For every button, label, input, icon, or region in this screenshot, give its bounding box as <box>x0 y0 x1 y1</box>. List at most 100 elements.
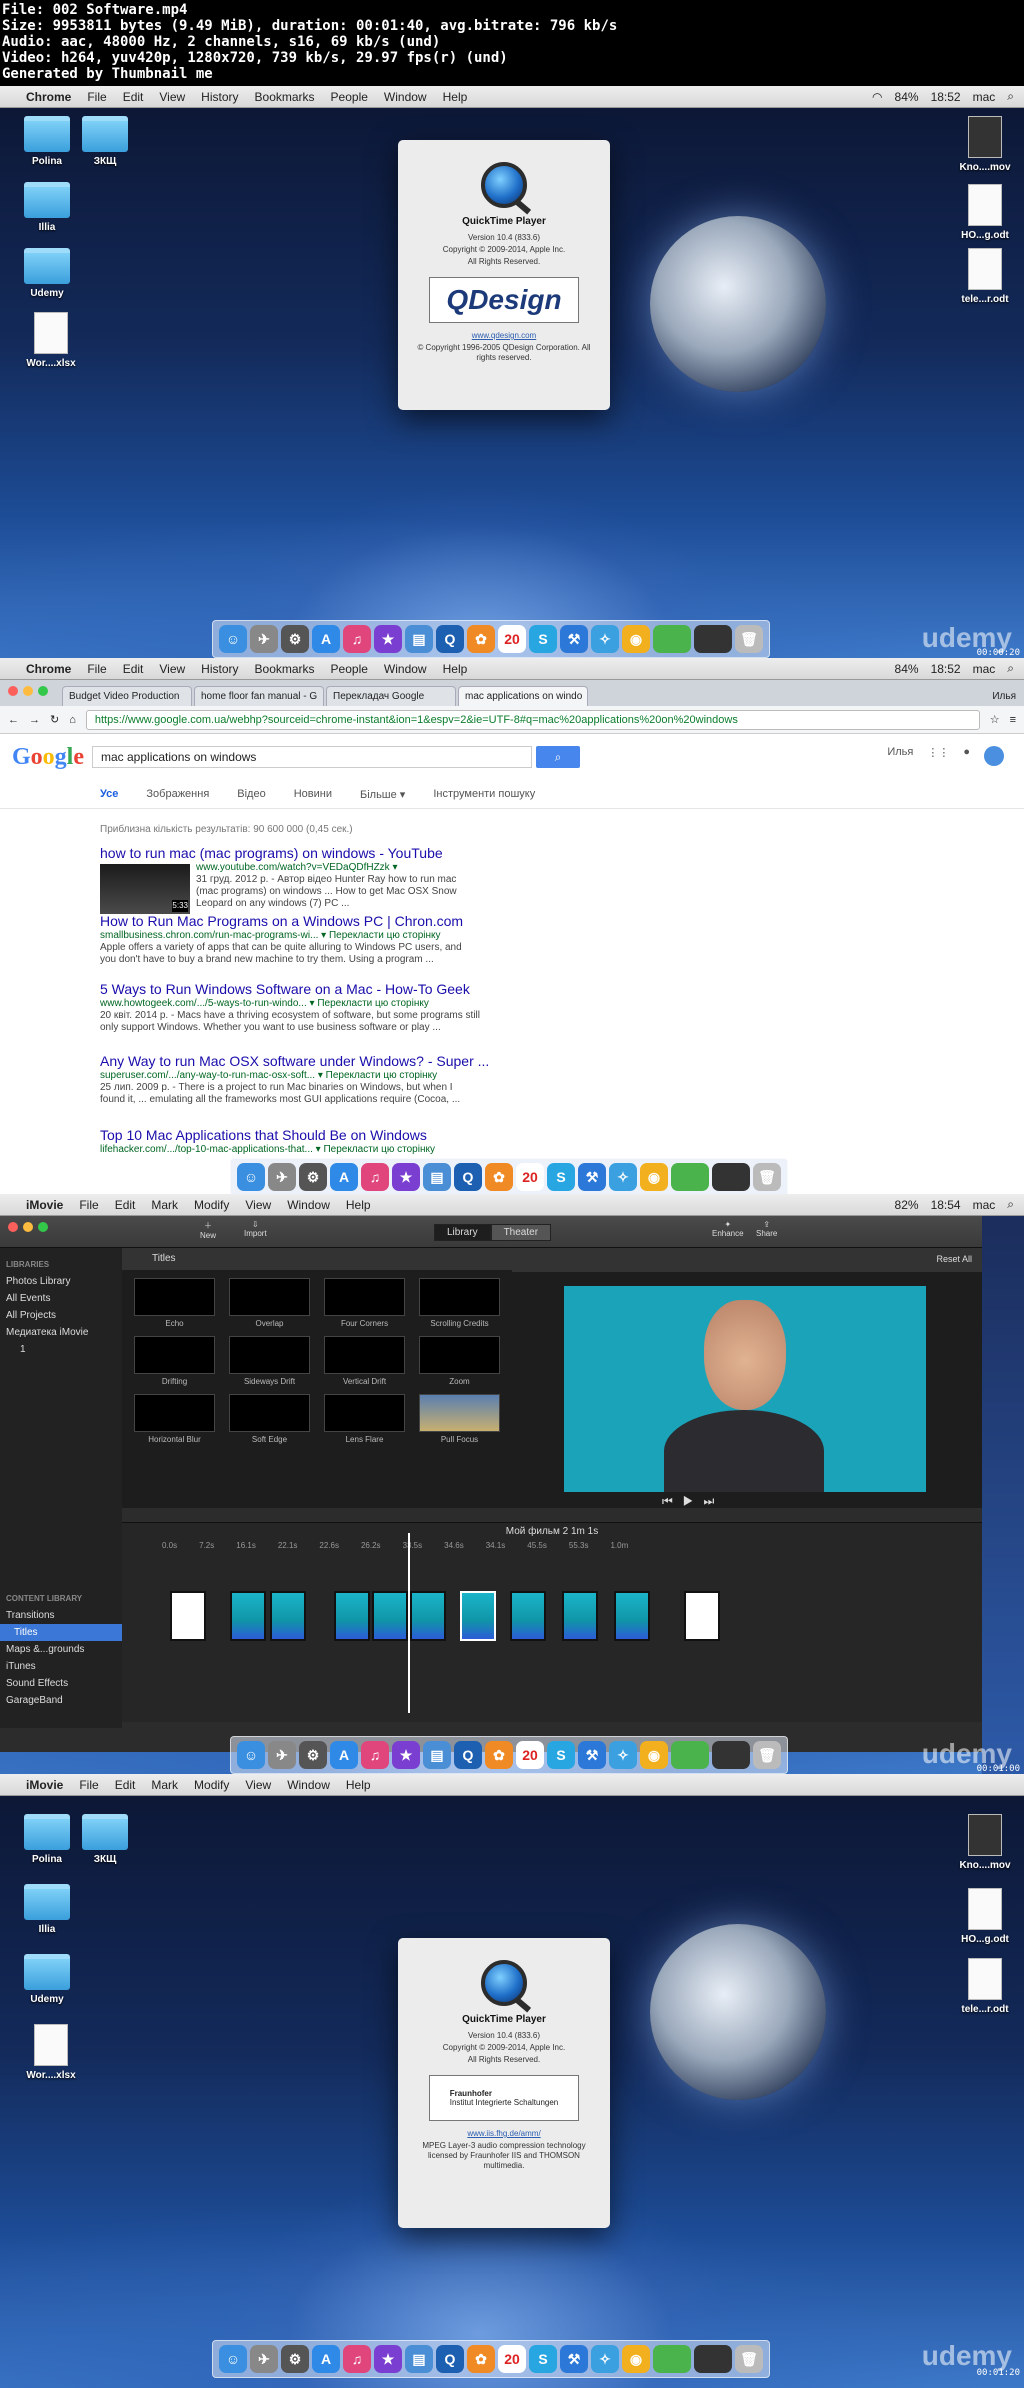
menu-item[interactable]: File <box>79 1198 98 1212</box>
menu-item[interactable]: People <box>331 90 368 104</box>
quicktime-icon[interactable]: Q <box>454 1741 482 1769</box>
video-clip[interactable] <box>230 1591 266 1641</box>
system-preferences-icon[interactable]: ⚙ <box>281 2345 309 2373</box>
xcode-icon[interactable]: ⚒ <box>560 2345 588 2373</box>
tab-all[interactable]: Усе <box>100 788 118 801</box>
xcode-icon[interactable]: ⚒ <box>578 1163 606 1191</box>
battery-label[interactable]: 84% <box>895 90 919 104</box>
menu-item[interactable]: Edit <box>123 90 144 104</box>
result-title[interactable]: 5 Ways to Run Windows Software on a Mac … <box>100 980 480 998</box>
tab-tools[interactable]: Інструменти пошуку <box>433 788 535 801</box>
chrome-icon[interactable]: ◉ <box>640 1163 668 1191</box>
menu-icon[interactable]: ≡ <box>1010 714 1016 726</box>
title-tile[interactable]: Pull Focus <box>419 1394 500 1444</box>
result-url[interactable]: lifehacker.com/.../top-10-mac-applicatio… <box>100 1144 480 1156</box>
desktop-folder[interactable]: Illia <box>12 182 82 233</box>
quicktime-icon[interactable]: Q <box>454 1163 482 1191</box>
result-url[interactable]: smallbusiness.chron.com/run-mac-programs… <box>100 930 480 942</box>
battery-icon[interactable] <box>671 1163 709 1191</box>
desktop-folder[interactable]: ЗКЩ <box>70 1814 140 1865</box>
enhance-button[interactable]: ✦ Enhance <box>712 1220 744 1238</box>
xcode-icon[interactable]: ⚒ <box>578 1741 606 1769</box>
new-button[interactable]: ＋ New <box>200 1220 216 1240</box>
trash-icon[interactable]: 🗑 <box>753 1163 781 1191</box>
calendar-icon[interactable]: 20 <box>498 2345 526 2373</box>
calendar-icon[interactable]: 20 <box>516 1741 544 1769</box>
desktop-folder[interactable]: Udemy <box>12 1954 82 2005</box>
preview-icon[interactable]: ▤ <box>405 625 433 653</box>
wifi-icon[interactable]: ◠ <box>872 90 882 104</box>
itunes-icon[interactable]: ♫ <box>343 2345 371 2373</box>
browser-tab-active[interactable]: mac applications on windo <box>458 686 588 706</box>
calendar-icon[interactable]: 20 <box>498 625 526 653</box>
user-name[interactable]: mac <box>973 90 996 104</box>
quicktime-icon[interactable]: Q <box>436 625 464 653</box>
launchpad-icon[interactable]: ✈ <box>250 2345 278 2373</box>
chrome-icon[interactable]: ◉ <box>622 2345 650 2373</box>
app-menu[interactable]: Chrome <box>26 662 71 676</box>
app-store-icon[interactable]: A <box>330 1741 358 1769</box>
browser-tab[interactable]: Budget Video Production <box>62 686 192 706</box>
search-input[interactable]: mac applications on windows <box>92 746 532 768</box>
video-clip[interactable] <box>334 1591 370 1641</box>
battery-label[interactable]: 84% <box>895 662 919 676</box>
xcode-icon[interactable]: ⚒ <box>560 625 588 653</box>
video-clip[interactable] <box>614 1591 650 1641</box>
title-tile[interactable]: Horizontal Blur <box>134 1394 215 1444</box>
video-thumbnail[interactable] <box>100 864 190 914</box>
menu-item[interactable]: View <box>159 662 185 676</box>
playhead[interactable] <box>408 1533 410 1713</box>
menu-item[interactable]: Bookmarks <box>255 662 315 676</box>
clock[interactable]: 18:52 <box>931 90 961 104</box>
sidebar-item-transitions[interactable]: Transitions <box>6 1607 116 1624</box>
result-title[interactable]: Top 10 Mac Applications that Should Be o… <box>100 1126 480 1144</box>
title-tile[interactable]: Zoom <box>419 1336 500 1386</box>
user-name[interactable]: Илья <box>887 746 913 766</box>
address-bar[interactable]: https://www.google.com.ua/webhp?sourceid… <box>85 709 980 730</box>
menu-item[interactable]: Bookmarks <box>255 90 315 104</box>
close-button[interactable] <box>8 1222 18 1232</box>
photos-icon[interactable]: ✿ <box>467 625 495 653</box>
zoom-button[interactable] <box>38 1222 48 1232</box>
desktop-folder[interactable]: Udemy <box>12 248 82 299</box>
menu-item[interactable]: Edit <box>115 1198 136 1212</box>
result-url[interactable]: www.youtube.com/watch?v=VEDaQDfHZzk ▾ <box>196 862 480 874</box>
video-clip[interactable] <box>510 1591 546 1641</box>
skype-icon[interactable]: S <box>547 1163 575 1191</box>
finder-icon[interactable]: ☺ <box>237 1741 265 1769</box>
menu-item[interactable]: Window <box>384 90 427 104</box>
battery-icon[interactable] <box>653 2345 691 2373</box>
tab-more[interactable]: Більше ▾ <box>360 788 405 801</box>
skype-icon[interactable]: S <box>529 625 557 653</box>
app-menu[interactable]: Chrome <box>26 90 71 104</box>
clock[interactable]: 18:54 <box>931 1198 961 1212</box>
sidebar-item-maps[interactable]: Maps &...grounds <box>6 1641 116 1658</box>
launchpad-icon[interactable]: ✈ <box>268 1163 296 1191</box>
desktop-file[interactable]: HO...g.odt <box>946 184 1024 241</box>
video-clip[interactable] <box>562 1591 598 1641</box>
safari-icon[interactable]: ✧ <box>609 1741 637 1769</box>
skype-icon[interactable]: S <box>529 2345 557 2373</box>
result-title[interactable]: Any Way to run Mac OSX software under Wi… <box>100 1052 489 1070</box>
title-tile[interactable]: Sideways Drift <box>229 1336 310 1386</box>
result-url[interactable]: superuser.com/.../any-way-to-run-mac-osx… <box>100 1070 480 1082</box>
result-title[interactable]: how to run mac (mac programs) on windows… <box>100 844 480 862</box>
preview-icon[interactable]: ▤ <box>423 1163 451 1191</box>
menu-item[interactable]: File <box>79 1778 98 1792</box>
google-logo[interactable]: Google <box>12 744 84 771</box>
video-clip[interactable] <box>410 1591 446 1641</box>
search-icon[interactable]: ⌕ <box>1007 89 1014 104</box>
menu-item[interactable]: Help <box>443 662 468 676</box>
activity-monitor-icon[interactable] <box>694 2345 732 2373</box>
safari-icon[interactable]: ✧ <box>591 2345 619 2373</box>
finder-icon[interactable]: ☺ <box>219 2345 247 2373</box>
playback-controls[interactable]: ⏮▶⏭ <box>662 1494 724 1509</box>
photos-icon[interactable]: ✿ <box>467 2345 495 2373</box>
trash-icon[interactable]: 🗑 <box>735 625 763 653</box>
result-url[interactable]: www.howtogeek.com/.../5-ways-to-run-wind… <box>100 998 480 1010</box>
battery-label[interactable]: 82% <box>895 1198 919 1212</box>
activity-monitor-icon[interactable] <box>712 1163 750 1191</box>
video-clip[interactable] <box>372 1591 408 1641</box>
launchpad-icon[interactable]: ✈ <box>268 1741 296 1769</box>
app-store-icon[interactable]: A <box>312 625 340 653</box>
